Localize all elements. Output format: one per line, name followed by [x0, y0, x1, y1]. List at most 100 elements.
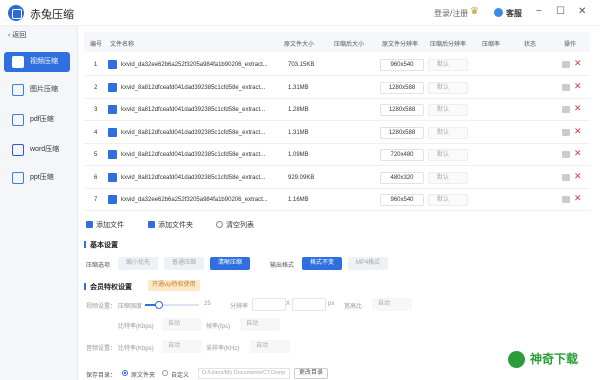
- table-row[interactable]: 6 kxvid_8a812dfceafd041dad392385c1cfd58e_…: [84, 166, 590, 189]
- minimize-button[interactable]: −: [536, 6, 542, 17]
- file-name: kxvid_8a812dfceafd041dad392385c1cfd58e_e…: [121, 174, 266, 181]
- maximize-button[interactable]: ☐: [556, 6, 565, 17]
- row-number: 1: [94, 62, 98, 68]
- add-file-button[interactable]: 添加文件: [86, 220, 124, 230]
- video-icon: [12, 56, 24, 68]
- strength-value: 25: [204, 301, 211, 307]
- crown-icon[interactable]: ♛: [470, 6, 479, 17]
- sidebar-item-label: 图片压缩: [30, 86, 58, 93]
- basic-settings-title: 基本设置: [84, 240, 118, 250]
- resolution-width-input[interactable]: [252, 298, 286, 311]
- format-option-keep[interactable]: 格式不变: [302, 257, 342, 270]
- table-row[interactable]: 5 kxvid_8a812dfceafd041dad392385c1cfd58e_…: [84, 144, 590, 166]
- col-header-actions: 操作: [564, 42, 577, 48]
- original-size: 1.28MB: [288, 107, 309, 113]
- audio-settings-label: 音频设置：: [86, 346, 117, 352]
- sidebar-item-label: 视频压缩: [30, 58, 58, 65]
- open-folder-icon[interactable]: [562, 128, 570, 136]
- mode-option-clear[interactable]: 清晰压缩: [210, 257, 250, 270]
- col-header-name: 文件名称: [110, 42, 135, 48]
- delete-icon[interactable]: ✕: [574, 171, 582, 182]
- save-path-input[interactable]: D:/Users/My Documents/CTComp: [198, 368, 290, 379]
- radio-custom-folder[interactable]: [162, 370, 168, 376]
- delete-icon[interactable]: ✕: [574, 81, 582, 92]
- change-dir-button[interactable]: 更改目录: [294, 368, 328, 379]
- open-folder-icon[interactable]: [562, 151, 570, 158]
- table-row[interactable]: 1 kxvid_da32ee62b6a252f3205a984fa1b90206_…: [84, 54, 590, 76]
- open-folder-icon[interactable]: [562, 83, 570, 91]
- mode-option-small[interactable]: 缩小优先: [118, 257, 158, 270]
- back-label: 返回: [12, 32, 27, 39]
- vip-settings-title: 会员特权设置: [84, 282, 132, 292]
- customer-service-label[interactable]: 客服: [506, 8, 522, 19]
- customer-service-icon[interactable]: [494, 8, 503, 17]
- delete-icon[interactable]: ✕: [574, 126, 582, 137]
- vip-badge[interactable]: 开通vip特权使用: [148, 280, 200, 291]
- table-row[interactable]: 4 kxvid_8a812dfceafd041dad392385c1cfd58e_…: [84, 121, 590, 144]
- delete-icon[interactable]: ✕: [574, 193, 582, 204]
- close-button[interactable]: ✕: [578, 6, 586, 17]
- title-bar: 赤兔压缩 登录/注册 ♛ 客服 − ☐ ✕: [0, 0, 600, 26]
- open-folder-icon[interactable]: [562, 173, 570, 181]
- add-folder-button[interactable]: 添加文件夹: [148, 220, 193, 230]
- original-size: 1.09MB: [288, 152, 309, 158]
- sidebar-item-3[interactable]: word压缩: [4, 140, 70, 160]
- video-bitrate-select[interactable]: 自动: [162, 318, 202, 331]
- target-resolution-select[interactable]: 默认: [428, 59, 468, 71]
- target-resolution-select[interactable]: 默认: [428, 149, 468, 161]
- back-button[interactable]: ‹ 返回: [8, 30, 26, 40]
- mode-option-normal[interactable]: 普通压缩: [164, 257, 204, 270]
- target-resolution-select[interactable]: 默认: [428, 104, 468, 116]
- delete-icon[interactable]: ✕: [574, 103, 582, 114]
- audio-bitrate-select[interactable]: 自动: [162, 340, 202, 353]
- sidebar-item-2[interactable]: pdf压缩: [4, 110, 70, 130]
- row-number: 3: [94, 107, 98, 113]
- add-file-label: 添加文件: [96, 222, 124, 229]
- strength-slider-knob[interactable]: [154, 301, 163, 309]
- ratio-label: 宽高比: [344, 304, 363, 310]
- col-header-compressed-size: 压缩后大小: [334, 42, 365, 48]
- target-resolution-select[interactable]: 默认: [428, 171, 468, 184]
- framerate-select[interactable]: 自动: [240, 318, 280, 331]
- main-panel: 编号 文件名称 原文件大小 压缩后大小 原文件分辨率 压缩后分辨率 压缩率 状态…: [84, 32, 590, 380]
- file-name: kxvid_8a812dfceafd041dad392385c1cfd58e_e…: [121, 107, 266, 113]
- video-file-icon: [108, 82, 117, 92]
- strength-label: 压缩强度: [118, 304, 143, 310]
- row-number: 5: [94, 152, 98, 158]
- table-row[interactable]: 3 kxvid_8a812dfceafd041dad392385c1cfd58e_…: [84, 99, 590, 121]
- target-resolution-select[interactable]: 默认: [428, 81, 468, 94]
- output-format-label: 输出格式: [270, 263, 295, 269]
- open-folder-icon[interactable]: [562, 61, 570, 68]
- delete-icon[interactable]: ✕: [574, 148, 582, 159]
- open-folder-icon[interactable]: [562, 196, 570, 203]
- original-size: 1.16MB: [288, 197, 309, 203]
- radio-original-folder[interactable]: [122, 370, 128, 376]
- sidebar-item-1[interactable]: 图片压缩: [4, 80, 70, 100]
- compress-mode-label: 压缩选项: [86, 263, 111, 269]
- original-folder-label: 原文件夹: [131, 373, 156, 379]
- add-folder-label: 添加文件夹: [158, 222, 193, 229]
- save-dir-label: 保存目录：: [86, 373, 117, 379]
- login-link[interactable]: 登录/注册: [434, 8, 468, 19]
- open-folder-icon[interactable]: [562, 106, 570, 113]
- px-unit: px: [328, 301, 335, 307]
- table-row[interactable]: 7 kxvid_da32ee62b6a252f3205a984fa1b90206_…: [84, 189, 590, 211]
- custom-folder-label: 自定义: [171, 373, 190, 379]
- sample-rate-select[interactable]: 自动: [250, 340, 290, 353]
- ratio-select[interactable]: 自动: [372, 298, 412, 311]
- audio-bitrate-label: 比特率(Kbps): [118, 346, 154, 352]
- delete-icon[interactable]: ✕: [574, 58, 582, 69]
- strength-slider[interactable]: [145, 301, 199, 309]
- resolution-x: X: [286, 301, 291, 307]
- target-resolution-select[interactable]: 默认: [428, 194, 468, 206]
- video-file-icon: [108, 150, 117, 159]
- target-resolution-select[interactable]: 默认: [428, 126, 468, 139]
- sidebar-item-4[interactable]: ppt压缩: [4, 168, 70, 188]
- resolution-height-input[interactable]: [292, 298, 326, 311]
- format-option-mp4[interactable]: MP4格式: [348, 257, 388, 270]
- framerate-label: 帧率(fps): [206, 324, 231, 330]
- sidebar-item-0[interactable]: 视频压缩: [4, 52, 70, 72]
- clear-list-button[interactable]: 清空列表: [216, 220, 254, 230]
- video-file-icon: [108, 172, 117, 182]
- table-row[interactable]: 2 kxvid_8a812dfceafd041dad392385c1cfd58e_…: [84, 76, 590, 99]
